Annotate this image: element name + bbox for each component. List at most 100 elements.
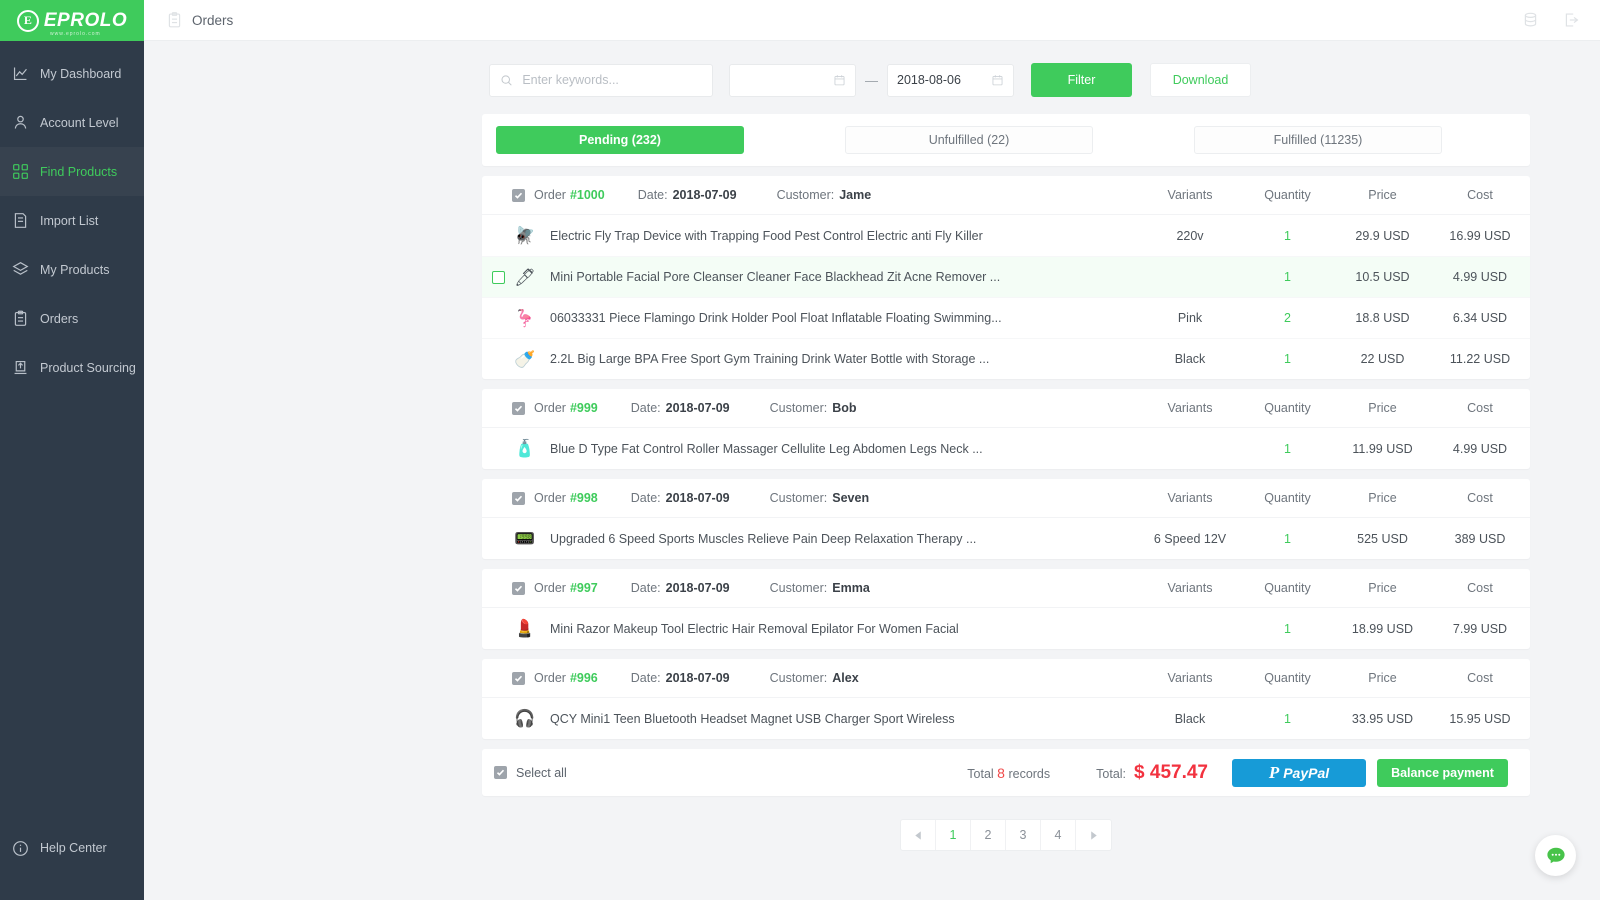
order-item-row[interactable]: 🍼2.2L Big Large BPA Free Sport Gym Train… [482, 338, 1530, 379]
filter-button[interactable]: Filter [1031, 63, 1132, 97]
order-card: Order#997Date:2018-07-09Customer:EmmaVar… [482, 569, 1530, 649]
sidebar-footer: Help Center [0, 828, 144, 900]
tab-fulfilled[interactable]: Fulfilled (11235) [1194, 126, 1442, 154]
order-item-row[interactable]: 🖊 Mini Portable Facial Pore Cleanser Clea… [482, 256, 1530, 297]
sidebar-item-help-center[interactable]: Help Center [0, 828, 144, 868]
product-price: 18.99 USD [1335, 622, 1430, 636]
sidebar-item-my-products[interactable]: My Products [0, 245, 144, 294]
order-number[interactable]: #996 [570, 671, 598, 685]
pagination-page-4[interactable]: 4 [1041, 820, 1076, 850]
date-to-box[interactable] [887, 64, 1014, 97]
order-customer-label: Customer: [770, 491, 828, 505]
order-checkbox[interactable] [512, 492, 525, 505]
sidebar-item-import-list[interactable]: Import List [0, 196, 144, 245]
pagination-page-1[interactable]: 1 [936, 820, 971, 850]
search-box[interactable] [489, 64, 713, 97]
pagination-inner: 1234 [900, 819, 1112, 851]
column-header-price: Price [1335, 188, 1430, 202]
main-area: Orders [144, 0, 1600, 900]
order-header: Order#998Date:2018-07-09Customer:SevenVa… [482, 479, 1530, 518]
product-cost: 4.99 USD [1430, 270, 1530, 284]
order-checkbox[interactable] [512, 672, 525, 685]
total-records-count: 8 [997, 765, 1005, 781]
order-number[interactable]: #1000 [570, 188, 605, 202]
order-item-row[interactable]: 📟Upgraded 6 Speed Sports Muscles Relieve… [482, 518, 1530, 559]
sidebar-item-find-products[interactable]: Find Products [0, 147, 144, 196]
sidebar-item-account-level[interactable]: Account Level [0, 98, 144, 147]
order-checkbox[interactable] [512, 402, 525, 415]
sidebar-nav: My Dashboard Account Level Find Products [0, 49, 144, 828]
order-checkbox[interactable] [512, 189, 525, 202]
select-all-control[interactable]: Select all [494, 766, 567, 780]
pagination-next[interactable] [1076, 820, 1111, 850]
pagination-page-3[interactable]: 3 [1006, 820, 1041, 850]
product-name[interactable]: Blue D Type Fat Control Roller Massager … [550, 442, 1110, 456]
product-name[interactable]: QCY Mini1 Teen Bluetooth Headset Magnet … [550, 712, 1110, 726]
product-quantity: 1 [1240, 352, 1335, 366]
product-thumbnail: 🎧 [512, 706, 538, 732]
product-cost: 11.22 USD [1430, 352, 1530, 366]
order-label: Order [534, 581, 566, 595]
order-number[interactable]: #997 [570, 581, 598, 595]
tab-pending[interactable]: Pending (232) [496, 126, 744, 154]
order-item-row[interactable]: 🧴 Blue D Type Fat Control Roller Massager… [482, 428, 1530, 469]
brand-tagline: www.eprolo.com [50, 31, 101, 37]
order-number[interactable]: #998 [570, 491, 598, 505]
logout-icon[interactable] [1563, 11, 1580, 29]
pagination: 1234 [482, 819, 1530, 851]
brand-logo[interactable]: E EPROLO www.eprolo.com [0, 0, 144, 41]
pagination-prev[interactable] [901, 820, 936, 850]
chat-fab-button[interactable] [1535, 835, 1576, 876]
product-name[interactable]: Mini Razor Makeup Tool Electric Hair Rem… [550, 622, 1110, 636]
select-all-checkbox[interactable] [494, 766, 507, 779]
balance-payment-button[interactable]: Balance payment [1377, 759, 1508, 787]
order-customer-label: Customer: [770, 671, 828, 685]
order-customer: Jame [839, 188, 871, 202]
item-checkbox[interactable] [492, 271, 505, 284]
sidebar-item-product-sourcing[interactable]: Product Sourcing [0, 343, 144, 392]
order-date: 2018-07-09 [673, 188, 737, 202]
chat-bubble-icon [1545, 845, 1567, 867]
order-header: Order#997Date:2018-07-09Customer:EmmaVar… [482, 569, 1530, 608]
status-tabs: Pending (232) Unfulfilled (22) Fulfilled… [482, 114, 1530, 166]
date-from-box[interactable] [729, 64, 856, 97]
page-title-group: Orders [166, 11, 233, 29]
date-from-input[interactable] [739, 73, 833, 87]
product-name[interactable]: Electric Fly Trap Device with Trapping F… [550, 229, 1110, 243]
search-input[interactable] [522, 73, 702, 87]
calendar-icon [833, 73, 846, 87]
order-item-row[interactable]: 🎧 QCY Mini1 Teen Bluetooth Headset Magnet… [482, 698, 1530, 739]
sidebar-item-orders[interactable]: Orders [0, 294, 144, 343]
paypal-button[interactable]: P PayPal [1232, 759, 1366, 787]
order-item-row[interactable]: 🪰Electric Fly Trap Device with Trapping … [482, 215, 1530, 256]
column-header-variants: Variants [1140, 671, 1240, 685]
column-header-price: Price [1335, 491, 1430, 505]
content-area: — Filter Download Pending (232) Unfulfil… [144, 41, 1600, 900]
order-date-label: Date: [631, 491, 661, 505]
product-name[interactable]: 2.2L Big Large BPA Free Sport Gym Traini… [550, 352, 1110, 366]
download-button[interactable]: Download [1150, 63, 1251, 97]
database-icon[interactable] [1522, 11, 1539, 29]
order-number[interactable]: #999 [570, 401, 598, 415]
product-name[interactable]: 06033331 Piece Flamingo Drink Holder Poo… [550, 311, 1110, 325]
column-header-cost: Cost [1430, 401, 1530, 415]
sidebar-item-my-dashboard[interactable]: My Dashboard [0, 49, 144, 98]
product-price: 10.5 USD [1335, 270, 1430, 284]
product-thumbnail: 🧴 [512, 436, 538, 462]
order-item-row[interactable]: 💄Mini Razor Makeup Tool Electric Hair Re… [482, 608, 1530, 649]
product-thumbnail: 🖊 [512, 264, 538, 290]
date-to-input[interactable] [897, 73, 991, 87]
pagination-page-2[interactable]: 2 [971, 820, 1006, 850]
clipboard-icon [12, 310, 29, 327]
chart-line-icon [12, 65, 29, 82]
order-checkbox[interactable] [512, 582, 525, 595]
sidebar-help-label: Help Center [40, 841, 107, 855]
order-item-row[interactable]: 🦩06033331 Piece Flamingo Drink Holder Po… [482, 297, 1530, 338]
product-name[interactable]: Mini Portable Facial Pore Cleanser Clean… [550, 270, 1110, 284]
brand-name: EPROLO [44, 10, 127, 32]
product-name[interactable]: Upgraded 6 Speed Sports Muscles Relieve … [550, 532, 1110, 546]
tab-unfulfilled[interactable]: Unfulfilled (22) [845, 126, 1093, 154]
filter-bar: — Filter Download [489, 63, 1600, 97]
column-header-quantity: Quantity [1240, 581, 1335, 595]
info-icon [12, 840, 29, 857]
